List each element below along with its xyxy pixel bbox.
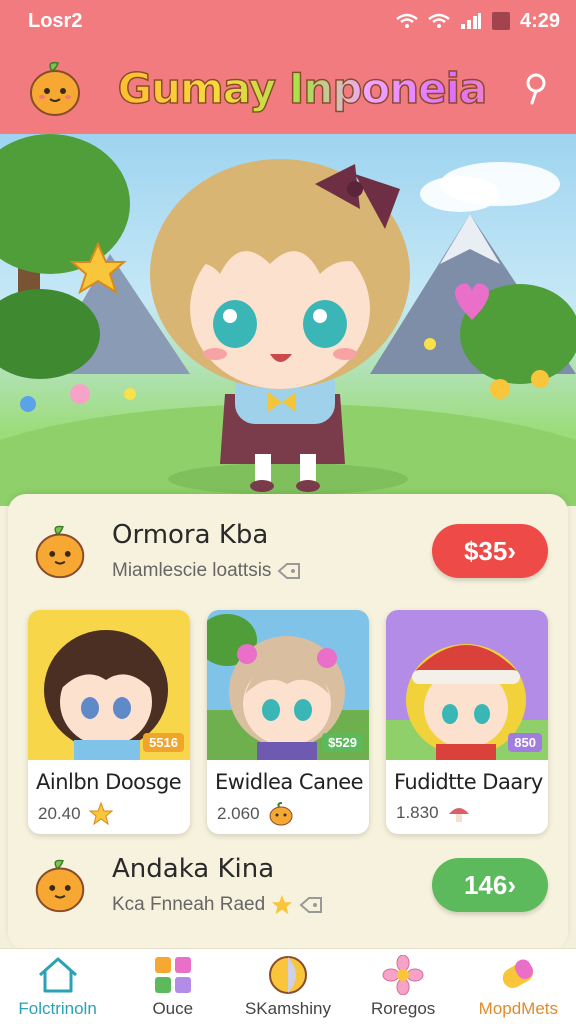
ball-icon bbox=[268, 955, 307, 994]
nav-label: Roregos bbox=[371, 998, 436, 1018]
card-badge: 5516 bbox=[143, 733, 184, 752]
nav-label: Folctrinoln bbox=[18, 998, 97, 1018]
star-icon bbox=[272, 894, 293, 915]
card-badge: $529 bbox=[322, 733, 363, 752]
nav-label: SKamshiny bbox=[244, 998, 331, 1018]
candy-icon bbox=[503, 959, 534, 988]
card-name: Ewidlea Canee bbox=[215, 770, 364, 794]
tag-icon bbox=[277, 563, 301, 579]
status-bar: Losr2 4:29 bbox=[0, 0, 576, 42]
mascot-icon bbox=[269, 802, 293, 826]
wifi-icon bbox=[396, 13, 418, 28]
featured-subtitle: Miamlescie loattsis bbox=[112, 560, 272, 581]
mascot-icon bbox=[35, 859, 85, 913]
battery-icon bbox=[491, 12, 510, 30]
home-icon bbox=[38, 957, 77, 992]
app-header: Gumay Inponeia bbox=[0, 42, 576, 134]
featured-item[interactable]: Ormora Kba Miamlescie loattsis $35› bbox=[28, 506, 548, 596]
nav-item-ball[interactable]: SKamshiny bbox=[230, 955, 345, 1019]
character-card[interactable]: 850 Fudidtte Daary 1.830 bbox=[386, 610, 548, 834]
card-value: 20.40 bbox=[38, 804, 81, 823]
nav-item-flower[interactable]: Roregos bbox=[346, 954, 461, 1019]
nav-item-grid[interactable]: Ouce bbox=[115, 955, 230, 1019]
search-icon[interactable] bbox=[516, 69, 554, 107]
character-card[interactable]: 5516 Ainlbn Doosge 20.40 bbox=[28, 610, 190, 834]
mascot-icon bbox=[35, 525, 85, 579]
bottom-nav: Folctrinoln Ouce SKamshiny Roregos MopdM… bbox=[0, 948, 576, 1024]
tag-icon bbox=[299, 897, 323, 913]
nav-label: Ouce bbox=[152, 998, 194, 1018]
character-cards: 5516 Ainlbn Doosge 20.40 $529 Ewidlea Ca… bbox=[28, 610, 548, 834]
featured-item[interactable]: Andaka Kina Kca Fnneah Raed 146› bbox=[28, 840, 548, 930]
nav-label: MopdMets bbox=[478, 998, 559, 1018]
hero-illustration bbox=[0, 134, 576, 506]
status-icons: 4:29 bbox=[396, 10, 560, 33]
flower-icon bbox=[382, 954, 424, 995]
carrier-label: Losr2 bbox=[28, 9, 83, 32]
signal-icon bbox=[460, 13, 481, 29]
nav-item-candy[interactable]: MopdMets bbox=[461, 955, 576, 1019]
featured-name: Ormora Kba bbox=[112, 520, 269, 550]
mushroom-icon bbox=[448, 808, 469, 822]
card-value: 2.060 bbox=[217, 804, 260, 823]
card-value: 1.830 bbox=[396, 803, 439, 822]
star-icon bbox=[88, 802, 113, 826]
hero-banner[interactable] bbox=[0, 134, 576, 506]
character-card[interactable]: $529 Ewidlea Canee 2.060 bbox=[207, 610, 369, 834]
content-panel: Ormora Kba Miamlescie loattsis $35› 5516 bbox=[8, 494, 568, 950]
card-badge: 850 bbox=[508, 733, 542, 752]
featured-subtitle: Kca Fnneah Raed bbox=[112, 894, 266, 915]
clock: 4:29 bbox=[519, 9, 560, 32]
price-button[interactable]: $35› bbox=[432, 524, 548, 578]
price-button[interactable]: 146› bbox=[432, 858, 548, 912]
card-name: Ainlbn Doosge bbox=[36, 770, 182, 794]
grid-icon bbox=[154, 956, 191, 993]
card-name: Fudidtte Daary bbox=[394, 770, 543, 794]
nav-item-home[interactable]: Folctrinoln bbox=[0, 955, 115, 1019]
wifi-icon bbox=[428, 13, 450, 28]
app-title: Gumay Inponeia bbox=[88, 63, 516, 114]
mascot-logo-icon bbox=[30, 61, 80, 116]
featured-name: Andaka Kina bbox=[112, 854, 275, 884]
